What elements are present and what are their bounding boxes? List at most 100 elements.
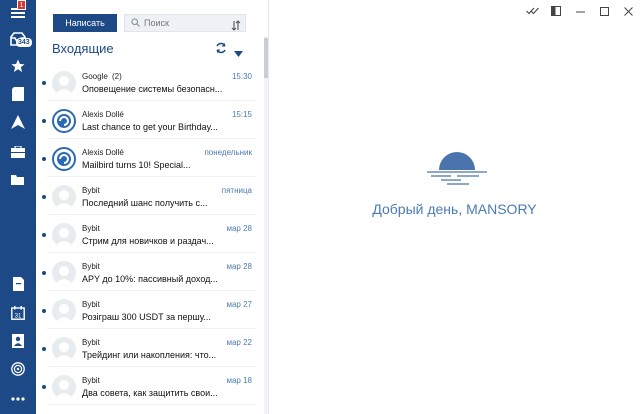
message-subject: Розіграш 300 USDT за першу...: [82, 312, 211, 322]
double-check-icon: [525, 7, 539, 15]
greeting-text: Добрый день, MANSORY: [372, 201, 537, 217]
avatar: [52, 223, 76, 247]
message-card: [47, 179, 255, 215]
folder-title: Входящие: [52, 41, 114, 56]
message-subject: Стрим для новичков и раздач...: [82, 236, 214, 246]
unread-indicator: [42, 271, 46, 275]
message-card: [47, 141, 255, 177]
notification-badge: 1: [17, 0, 26, 10]
message-sender: Bybit: [82, 224, 100, 233]
inbox-count-badge: 343: [16, 38, 32, 47]
message-time: мар 28: [226, 224, 252, 233]
unread-indicator: [42, 347, 46, 351]
message-sender: Bybit: [82, 300, 100, 309]
message-row[interactable]: Google (2) 15:30 Оповещение системы безопас…: [36, 64, 264, 102]
message-list-panel: Написать Входящие Google (2) 15:30 Оповещен…: [36, 0, 268, 414]
fingerprint-icon: [11, 362, 25, 376]
message-time: мар 18: [226, 376, 252, 385]
contacts-icon: [12, 334, 24, 348]
compose-button[interactable]: Написать: [53, 14, 117, 32]
message-card: [47, 255, 255, 291]
message-subject: Оповещение системы безопасн...: [82, 84, 223, 94]
menu-button[interactable]: 1: [0, 0, 36, 26]
search-icon: [131, 14, 140, 32]
rail-item-calendar[interactable]: 31: [0, 300, 36, 326]
rail-item-archive[interactable]: [0, 139, 36, 165]
avatar: [52, 71, 76, 95]
message-subject: Mailbird turns 10! Special...: [82, 160, 191, 170]
sort-icon[interactable]: [231, 18, 241, 36]
minimize-button[interactable]: [568, 0, 592, 22]
rail-item-sent[interactable]: [0, 109, 36, 135]
message-row[interactable]: Bybit пятница Последний шанс получить с...: [36, 178, 264, 216]
message-sender: Bybit: [82, 338, 100, 347]
message-card: [47, 293, 255, 329]
thread-count: (2): [112, 72, 122, 81]
refresh-icon[interactable]: [215, 41, 227, 59]
unread-indicator: [42, 119, 46, 123]
rail-item-notes[interactable]: [0, 271, 36, 297]
message-sender: Alexis Dollé: [82, 110, 124, 119]
rail-item-starred[interactable]: [0, 53, 36, 79]
message-row[interactable]: Alexis Dollé 15:15 Last chance to get your…: [36, 102, 264, 140]
message-subject: APY до 10%: пассивный доход...: [82, 274, 218, 284]
layout-toggle-button[interactable]: [544, 0, 568, 22]
star-icon: [11, 59, 25, 73]
message-row[interactable]: Bybit мар 28 APY до 10%: пассивный доход..…: [36, 254, 264, 292]
sent-icon: [11, 115, 25, 129]
unread-indicator: [42, 157, 46, 161]
message-time: 15:30: [231, 72, 252, 81]
close-button[interactable]: [616, 0, 640, 22]
icon-rail: 1 343 31: [0, 0, 36, 414]
message-subject: Трейдинг или накопления: что...: [82, 350, 217, 360]
rail-item-folders[interactable]: [0, 167, 36, 193]
avatar: [52, 185, 76, 209]
search-box: [124, 14, 246, 32]
close-icon: [623, 6, 633, 16]
avatar: [52, 261, 76, 285]
message-time: мар 22: [226, 338, 252, 347]
message-subject: Последний шанс получить с...: [82, 198, 208, 208]
message-card: [47, 217, 255, 253]
message-time: 15:15: [231, 110, 252, 119]
rail-item-security[interactable]: [0, 356, 36, 382]
window-controls: [520, 0, 640, 22]
panel-icon: [551, 6, 561, 16]
rail-item-drafts[interactable]: [0, 81, 36, 107]
calendar-icon: 31: [11, 306, 25, 320]
unread-indicator: [42, 385, 46, 389]
message-card: [47, 331, 255, 367]
message-row[interactable]: Bybit мар 22 Трейдинг или накопления: что.…: [36, 330, 264, 368]
message-row[interactable]: Alexis Dollé понедельник Mailbird turns 10…: [36, 140, 264, 178]
minimize-icon: [575, 11, 585, 12]
calendar-day: 31: [15, 314, 22, 320]
unread-indicator: [42, 81, 46, 85]
message-time: понедельник: [204, 148, 252, 157]
folder-icon: [11, 174, 25, 186]
rail-item-contacts[interactable]: [0, 328, 36, 354]
avatar: [52, 299, 76, 323]
message-time: мар 28: [226, 262, 252, 271]
sunset-illustration: [427, 144, 487, 191]
message-sender: Alexis Dollé: [82, 148, 124, 157]
mark-read-button[interactable]: [520, 0, 544, 22]
chevron-down-icon[interactable]: [234, 44, 243, 62]
message-subject: Last chance to get your Birthday...: [82, 122, 218, 132]
maximize-button[interactable]: [592, 0, 616, 22]
more-button[interactable]: [0, 386, 36, 412]
message-subject: Два совета, как защитить свои...: [82, 388, 218, 398]
maximize-icon: [599, 6, 609, 16]
message-row[interactable]: Bybit мар 18 Два совета, как защитить свои…: [36, 368, 264, 406]
avatar: [52, 375, 76, 399]
unread-indicator: [42, 233, 46, 237]
archive-icon: [11, 146, 25, 158]
message-card: [47, 369, 255, 405]
message-card: [47, 103, 255, 139]
search-input[interactable]: [144, 18, 224, 28]
message-row[interactable]: Bybit мар 27 Розіграш 300 USDT за першу...: [36, 292, 264, 330]
avatar: [52, 109, 76, 133]
message-row[interactable]: Bybit мар 28 Стрим для новичков и раздач..…: [36, 216, 264, 254]
notes-icon: [12, 277, 24, 291]
drafts-icon: [12, 87, 24, 101]
reading-pane: Добрый день, MANSORY: [269, 0, 640, 414]
